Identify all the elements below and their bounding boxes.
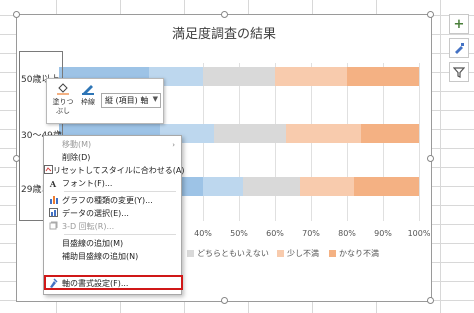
chart-element-select[interactable]: 縦 (項目) 軸 ▼ [101, 93, 161, 108]
resize-handle[interactable] [221, 297, 228, 304]
chart-type-icon [44, 195, 62, 206]
font-icon: A [49, 178, 57, 189]
paint-bucket-icon [57, 83, 69, 95]
legend-item: 少し不満 [277, 248, 319, 259]
legend-item: かなり不満 [329, 248, 379, 259]
fill-label: 塗りつぶし [52, 98, 74, 115]
resize-handle[interactable] [427, 297, 434, 304]
rotation-icon [44, 221, 62, 232]
fill-button[interactable]: 塗りつぶし [50, 83, 76, 121]
resize-handle[interactable] [427, 11, 434, 18]
menu-item-reset-style[interactable]: リセットしてスタイルに合わせる(A) [44, 164, 184, 177]
tick-label: 50% [230, 229, 248, 238]
filter-icon[interactable] [449, 62, 469, 82]
context-menu: 移動(M) › 削除(D) リセットしてスタイルに合わせる(A) A フォント(… [43, 135, 184, 295]
legend-item: どちらともいえない [187, 248, 269, 259]
bar-segment[interactable] [203, 177, 243, 196]
tick-label: 80% [338, 229, 356, 238]
tick-label: 70% [302, 229, 320, 238]
tick-label: 100% [407, 229, 431, 238]
legend-swatch [187, 250, 194, 257]
outline-label: 枠線 [81, 98, 95, 106]
plus-icon[interactable]: + [449, 14, 469, 34]
submenu-arrow-icon: › [172, 140, 175, 149]
bar-segment[interactable] [275, 67, 347, 86]
menu-item-delete[interactable]: 削除(D) [44, 151, 181, 164]
menu-item-format-axis[interactable]: 軸の書式設定(F)... [44, 277, 181, 290]
outline-button[interactable]: 枠線 [75, 83, 101, 121]
format-axis-icon [44, 277, 62, 290]
menu-item-add-minor-gridlines[interactable]: 補助目盛線の追加(N) [44, 250, 181, 263]
menu-separator [64, 191, 176, 192]
tick-label: 60% [266, 229, 284, 238]
resize-handle[interactable] [13, 155, 20, 162]
menu-item-font[interactable]: A フォント(F)... [44, 177, 181, 190]
menu-item-change-chart-type[interactable]: グラフの種類の変更(Y)... [44, 194, 181, 207]
resize-handle[interactable] [221, 11, 228, 18]
bar-segment[interactable] [354, 177, 419, 196]
select-data-icon [44, 208, 62, 219]
chevron-down-icon: ▼ [152, 95, 158, 103]
resize-handle[interactable] [427, 155, 434, 162]
resize-handle[interactable] [13, 11, 20, 18]
bar-segment[interactable] [213, 124, 286, 143]
bar-segment[interactable] [285, 124, 362, 143]
bar-segment[interactable] [361, 124, 419, 143]
bar-segment[interactable] [347, 67, 419, 86]
chart-title: 満足度調査の結果 [171, 27, 276, 42]
bar-segment[interactable] [242, 177, 301, 196]
menu-item-3d-rotation[interactable]: 3-D 回転(R)... [44, 220, 181, 233]
legend-swatch [329, 250, 336, 257]
legend-swatch [277, 250, 284, 257]
brush-icon[interactable] [449, 38, 469, 58]
menu-item-move[interactable]: 移動(M) › [44, 138, 181, 151]
tick-label: 40% [194, 229, 212, 238]
bar-segment[interactable] [300, 177, 355, 196]
pen-icon [82, 85, 94, 95]
bar-segment[interactable] [203, 67, 275, 86]
tick-label: 90% [374, 229, 392, 238]
reset-icon [44, 165, 53, 176]
gridline [419, 63, 420, 221]
menu-separator [64, 234, 176, 235]
menu-item-select-data[interactable]: データの選択(E)... [44, 207, 181, 220]
mini-toolbar: 塗りつぶし 枠線 縦 (項目) 軸 ▼ [46, 78, 164, 124]
menu-item-add-major-gridlines[interactable]: 目盛線の追加(M) [44, 237, 181, 250]
